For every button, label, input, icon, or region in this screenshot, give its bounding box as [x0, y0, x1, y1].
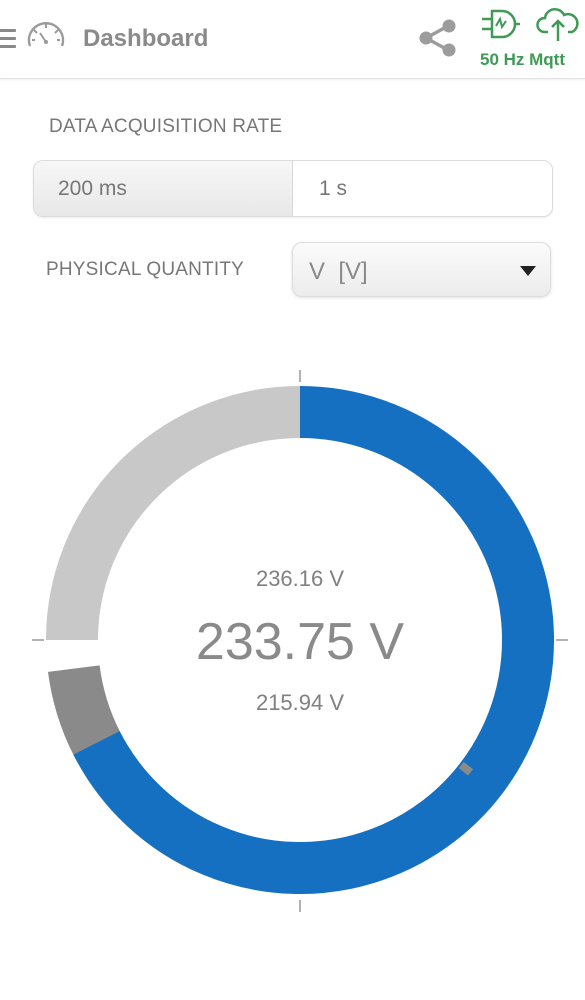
speedometer-icon [27, 22, 65, 47]
acquisition-rate-selector: 200 ms 1 s [33, 160, 553, 217]
voltage-gauge: 236.16 V 233.75 V 215.94 V [0, 360, 585, 920]
connection-status-label: 50 Hz Mqtt [480, 50, 565, 69]
acquisition-rate-label: DATA ACQUISITION RATE [49, 116, 283, 137]
gauge-min-reading: 215.94 V [255, 690, 345, 715]
gauge-max-reading: 236.16 V [255, 566, 345, 591]
page-title: Dashboard [83, 25, 209, 52]
app-header: Dashboard 50 Hz Mqtt [0, 0, 585, 79]
rate-option-200ms[interactable]: 200 ms [34, 161, 293, 216]
hamburger-menu-icon[interactable] [0, 29, 16, 49]
cloud-upload-icon[interactable] [536, 6, 580, 42]
gauge-current-reading: 233.75 V [195, 613, 405, 671]
share-icon[interactable] [416, 16, 460, 60]
gauge-remainder-arc [46, 386, 301, 641]
dropdown-arrow-icon [520, 266, 536, 276]
physical-quantity-select[interactable]: V [V] [292, 242, 551, 297]
physical-quantity-selected: V [V] [309, 258, 368, 285]
rate-option-1s[interactable]: 1 s [293, 161, 552, 216]
physical-quantity-label: PHYSICAL QUANTITY [46, 259, 245, 280]
plug-connection-icon[interactable] [480, 7, 520, 41]
